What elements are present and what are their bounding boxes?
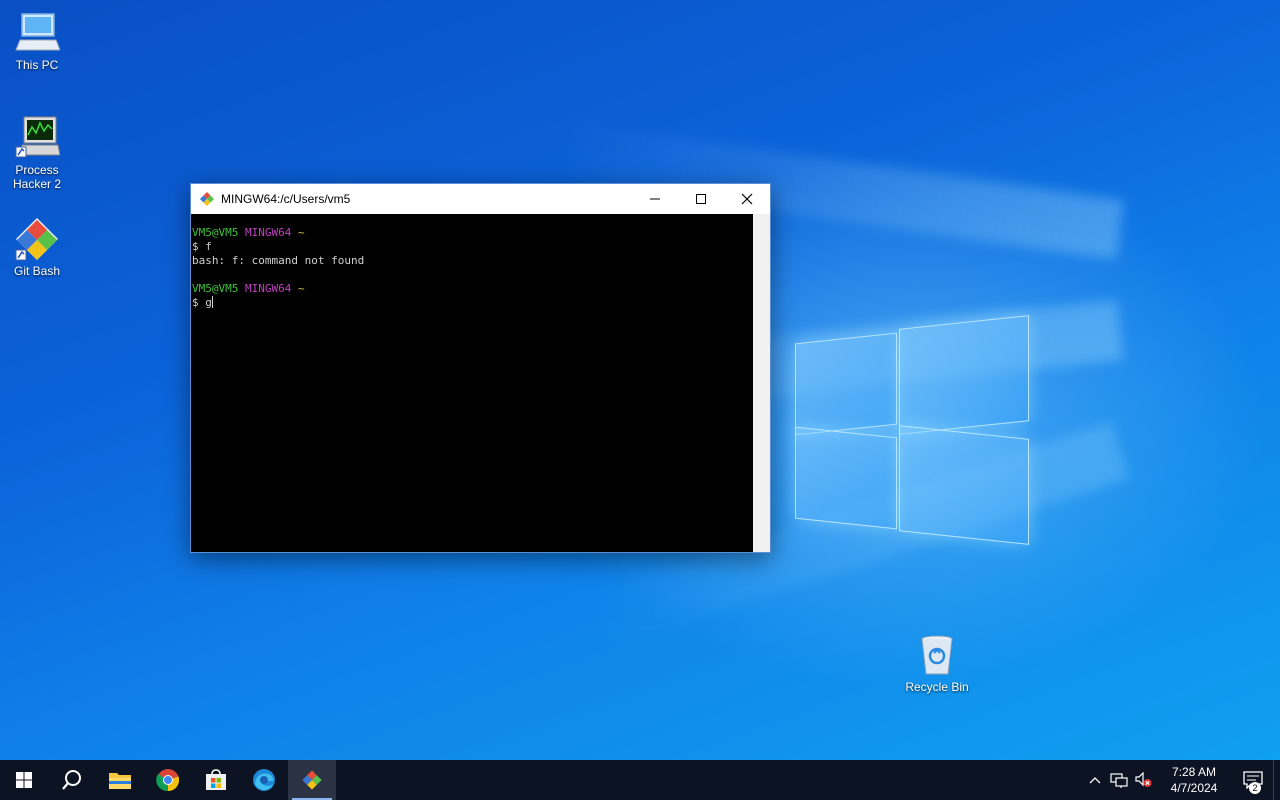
network-icon bbox=[1110, 773, 1128, 788]
process-hacker-icon bbox=[14, 115, 61, 161]
output-line: bash: f: command not found bbox=[192, 254, 365, 267]
maximize-icon bbox=[696, 194, 706, 204]
prompt-env: MINGW64 bbox=[244, 282, 292, 295]
close-button[interactable] bbox=[724, 184, 770, 214]
show-hidden-icons-button[interactable] bbox=[1083, 760, 1107, 800]
store-icon bbox=[206, 769, 226, 790]
system-tray: 7:28 AM 4/7/2024 2 bbox=[1083, 760, 1280, 800]
prompt-line: VM5@VM5 MINGW64 ~ bbox=[192, 282, 305, 295]
desktop-icon-this-pc[interactable]: This PC bbox=[0, 10, 74, 72]
prompt-user: VM5@VM5 bbox=[192, 282, 239, 295]
git-bash-icon bbox=[14, 216, 60, 262]
recycle-bin-icon bbox=[914, 632, 960, 678]
command-line: $ f bbox=[192, 240, 212, 253]
minimize-button[interactable] bbox=[632, 184, 678, 214]
show-desktop-button[interactable] bbox=[1273, 760, 1280, 800]
desktop-icon-label: Git Bash bbox=[13, 264, 61, 278]
edge-icon bbox=[253, 769, 275, 791]
prompt-line: VM5@VM5 MINGW64 ~ bbox=[192, 226, 305, 239]
clock-time: 7:28 AM bbox=[1171, 765, 1217, 779]
git-bash-window[interactable]: MINGW64:/c/Users/vm5 VM5@VM5 MINGW64 ~ $… bbox=[190, 183, 771, 553]
action-center-button[interactable]: 2 bbox=[1233, 760, 1273, 800]
file-explorer-icon bbox=[109, 773, 131, 789]
prompt-user: VM5@VM5 bbox=[192, 226, 239, 239]
taskbar-git-bash[interactable] bbox=[288, 760, 336, 800]
notification-badge: 2 bbox=[1249, 782, 1261, 794]
start-icon bbox=[16, 772, 32, 788]
taskbar-clock[interactable]: 7:28 AM 4/7/2024 bbox=[1159, 764, 1229, 796]
taskbar-store[interactable] bbox=[192, 760, 240, 800]
desktop-icon-process-hacker[interactable]: Process Hacker 2 bbox=[0, 115, 74, 191]
taskbar-chrome[interactable] bbox=[144, 760, 192, 800]
start-button[interactable] bbox=[0, 760, 48, 800]
desktop-icon-git-bash[interactable]: Git Bash bbox=[0, 216, 74, 278]
network-button[interactable] bbox=[1107, 760, 1131, 800]
chrome-icon bbox=[156, 769, 180, 792]
terminal-output[interactable]: VM5@VM5 MINGW64 ~ $ f bash: f: command n… bbox=[191, 214, 753, 552]
maximize-button[interactable] bbox=[678, 184, 724, 214]
text-cursor bbox=[211, 296, 213, 308]
taskbar: 7:28 AM 4/7/2024 2 bbox=[0, 760, 1280, 800]
vertical-scrollbar[interactable] bbox=[753, 214, 770, 552]
close-icon bbox=[741, 193, 753, 205]
clock-date: 4/7/2024 bbox=[1170, 781, 1218, 795]
desktop-icon-label: This PC bbox=[15, 58, 59, 72]
computer-icon bbox=[14, 10, 61, 56]
windows-logo-wallpaper bbox=[795, 308, 1030, 548]
desktop-icon-label: Process Hacker 2 bbox=[12, 163, 62, 191]
desktop-icon-label: Recycle Bin bbox=[905, 680, 969, 694]
volume-button[interactable] bbox=[1131, 760, 1155, 800]
volume-muted-icon bbox=[1135, 772, 1152, 787]
search-icon bbox=[62, 770, 81, 790]
chevron-up-icon bbox=[1089, 777, 1101, 784]
command-line: $ g bbox=[192, 296, 212, 309]
window-titlebar[interactable]: MINGW64:/c/Users/vm5 bbox=[191, 184, 770, 214]
prompt-dir: ~ bbox=[297, 282, 305, 295]
desktop: This PC Process Hacker 2 Git Bash Recycl… bbox=[0, 0, 1280, 760]
minimize-icon bbox=[650, 198, 660, 200]
git-bash-icon bbox=[302, 770, 322, 790]
desktop-icon-recycle-bin[interactable]: Recycle Bin bbox=[900, 632, 974, 694]
search-button[interactable] bbox=[48, 760, 96, 800]
git-bash-icon bbox=[199, 191, 215, 207]
taskbar-edge[interactable] bbox=[240, 760, 288, 800]
prompt-env: MINGW64 bbox=[244, 226, 292, 239]
prompt-dir: ~ bbox=[297, 226, 305, 239]
taskbar-file-explorer[interactable] bbox=[96, 760, 144, 800]
window-title: MINGW64:/c/Users/vm5 bbox=[221, 192, 351, 206]
